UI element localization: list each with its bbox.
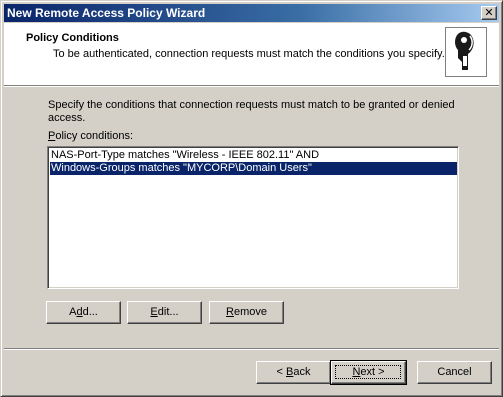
focus-rectangle xyxy=(335,365,401,379)
policy-conditions-list[interactable]: NAS-Port-Type matches "Wireless - IEEE 8… xyxy=(47,146,459,289)
window-title: New Remote Access Policy Wizard xyxy=(7,6,206,20)
footer-separator xyxy=(4,348,499,350)
wizard-header: Policy Conditions To be authenticated, c… xyxy=(4,23,499,85)
wizard-key-icon xyxy=(445,27,487,77)
policy-conditions-label: Policy conditions: xyxy=(48,130,133,142)
next-button[interactable]: Next > xyxy=(330,360,407,385)
edit-button[interactable]: Edit... xyxy=(127,301,202,324)
list-item[interactable]: NAS-Port-Type matches "Wireless - IEEE 8… xyxy=(50,149,319,162)
add-button[interactable]: Add... xyxy=(46,301,121,324)
back-button[interactable]: < Back xyxy=(256,361,331,384)
list-item-selected[interactable]: Windows-Groups matches "MYCORP\Domain Us… xyxy=(50,162,457,175)
close-button[interactable]: ✕ xyxy=(481,6,497,20)
close-icon: ✕ xyxy=(484,7,494,19)
title-bar[interactable]: New Remote Access Policy Wizard ✕ xyxy=(4,4,499,22)
page-title: Policy Conditions xyxy=(26,32,119,44)
page-subtitle: To be authenticated, connection requests… xyxy=(53,48,445,60)
remove-button[interactable]: Remove xyxy=(209,301,284,324)
cancel-button[interactable]: Cancel xyxy=(417,361,492,384)
instructions-text: Specify the conditions that connection r… xyxy=(48,99,455,124)
wizard-window: New Remote Access Policy Wizard ✕ Policy… xyxy=(0,0,503,397)
header-separator xyxy=(4,85,499,87)
